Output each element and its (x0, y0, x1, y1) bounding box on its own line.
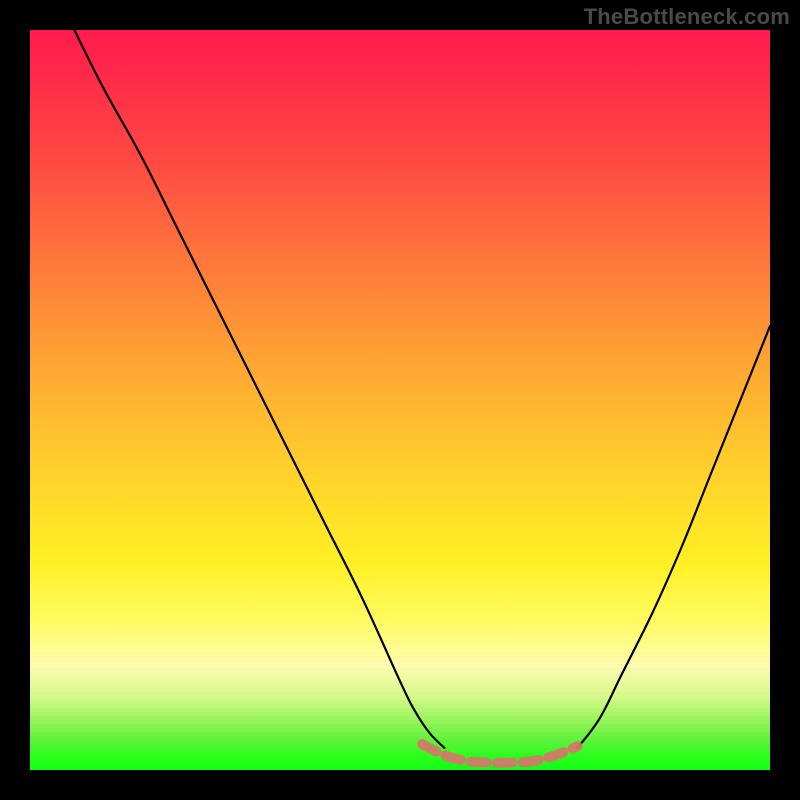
chart-svg (30, 30, 770, 770)
chart-frame: TheBottleneck.com (0, 0, 800, 800)
right-curve (578, 326, 770, 748)
plot-area (30, 30, 770, 770)
left-curve (74, 30, 444, 748)
watermark-text: TheBottleneck.com (584, 4, 790, 30)
flat-bottom-dashed (422, 744, 577, 763)
